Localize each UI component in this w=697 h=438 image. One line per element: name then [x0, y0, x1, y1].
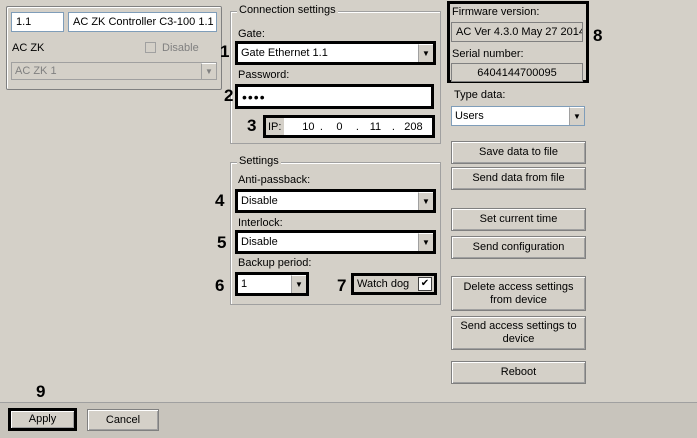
serial-number-label: Serial number: — [452, 48, 524, 60]
type-data-label: Type data: — [454, 89, 506, 101]
send-configuration-button[interactable]: Send configuration — [451, 236, 586, 259]
marker-3: 3 — [247, 116, 257, 135]
chevron-down-icon: ▼ — [418, 44, 433, 62]
password-field[interactable]: •••• — [235, 84, 434, 109]
apply-button[interactable]: Apply — [8, 408, 77, 431]
send-data-button[interactable]: Send data from file — [451, 167, 586, 190]
settings-title: Settings — [237, 155, 281, 167]
antipassback-label: Anti-passback: — [238, 174, 311, 186]
gate-combo[interactable]: Gate Ethernet 1.1 ▼ — [235, 41, 436, 65]
marker-8: 8 — [593, 26, 603, 45]
marker-4: 4 — [215, 191, 225, 210]
chevron-down-icon: ▼ — [418, 192, 433, 210]
watchdog-row[interactable]: Watch dog ✔ — [351, 273, 437, 295]
watchdog-label: Watch dog — [357, 278, 410, 290]
ip-dot: . — [355, 120, 359, 133]
send-access-button[interactable]: Send access settings to device — [451, 316, 586, 350]
ip-label: IP: — [266, 118, 285, 135]
firmware-version-label: Firmware version: — [452, 6, 540, 18]
type-data-combo-value: Users — [455, 110, 484, 122]
parent-combo-value: AC ZK 1 — [15, 65, 57, 77]
interlock-combo-value: Disable — [241, 236, 278, 248]
marker-2: 2 — [224, 86, 234, 105]
ip-dot: . — [319, 120, 323, 133]
marker-9: 9 — [36, 382, 46, 401]
set-time-button[interactable]: Set current time — [451, 208, 586, 231]
gate-combo-value: Gate Ethernet 1.1 — [241, 47, 328, 59]
device-type-label: AC ZK — [12, 42, 45, 54]
password-label: Password: — [238, 69, 290, 81]
check-icon: ✔ — [420, 278, 430, 289]
marker-7: 7 — [337, 276, 347, 295]
disable-checkbox[interactable] — [145, 42, 156, 53]
ip-field[interactable]: IP: 10 . 0 . 11 . 208 — [263, 115, 435, 138]
antipassback-combo[interactable]: Disable ▼ — [235, 189, 436, 213]
chevron-down-icon: ▼ — [569, 107, 584, 125]
marker-6: 6 — [215, 276, 225, 295]
save-data-button[interactable]: Save data to file — [451, 141, 586, 164]
ip-octet-3[interactable]: 11 — [364, 121, 386, 133]
backup-period-combo[interactable]: 1 ▼ — [235, 272, 309, 296]
watchdog-checkbox[interactable]: ✔ — [418, 277, 432, 291]
ip-dot: . — [391, 120, 395, 133]
ip-octet-2[interactable]: 0 — [328, 121, 350, 133]
delete-access-button[interactable]: Delete access settings from device — [451, 276, 586, 311]
chevron-down-icon: ▼ — [418, 233, 433, 251]
device-id-field[interactable]: 1.1 — [11, 12, 64, 32]
disable-label: Disable — [162, 42, 199, 54]
antipassback-combo-value: Disable — [241, 195, 278, 207]
device-name-field[interactable]: AC ZK Controller C3-100 1.1 — [68, 12, 217, 32]
gate-label: Gate: — [238, 28, 265, 40]
ip-octet-1[interactable]: 10 — [284, 121, 314, 133]
backup-period-combo-value: 1 — [241, 278, 248, 290]
cancel-button[interactable]: Cancel — [87, 409, 159, 431]
marker-5: 5 — [217, 233, 227, 252]
backup-period-label: Backup period: — [238, 257, 312, 269]
firmware-version-field: AC Ver 4.3.0 May 27 2014 — [451, 22, 583, 42]
reboot-button[interactable]: Reboot — [451, 361, 586, 384]
interlock-combo[interactable]: Disable ▼ — [235, 230, 436, 254]
chevron-down-icon: ▼ — [201, 63, 216, 79]
interlock-label: Interlock: — [238, 217, 283, 229]
serial-number-field: 6404144700095 — [451, 63, 583, 82]
chevron-down-icon: ▼ — [291, 275, 306, 293]
type-data-combo[interactable]: Users ▼ — [451, 106, 585, 126]
parent-combo[interactable]: AC ZK 1 ▼ — [11, 62, 217, 80]
marker-1: 1 — [220, 42, 230, 61]
connection-settings-title: Connection settings — [237, 4, 338, 16]
ip-octet-4[interactable]: 208 — [400, 121, 426, 133]
